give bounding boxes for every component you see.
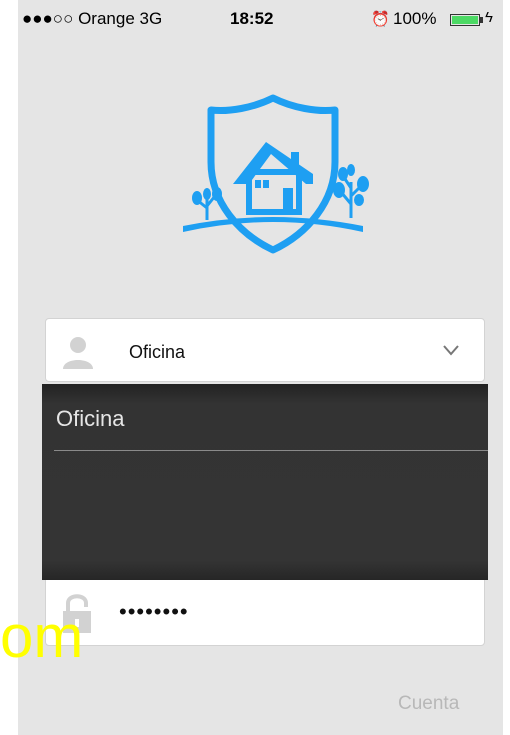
battery-icon xyxy=(450,14,480,26)
charging-icon: ϟ xyxy=(485,9,493,26)
network-type: 3G xyxy=(139,9,163,28)
picker-divider xyxy=(54,450,488,451)
status-time: 18:52 xyxy=(230,9,274,28)
status-bar: ●●●○○ Orange 3G 18:52 ⏰ 100% ϟ xyxy=(18,0,503,40)
carrier-name: Orange xyxy=(78,9,135,28)
alarm-icon: ⏰ xyxy=(371,11,390,28)
battery-tip xyxy=(480,17,483,23)
login-screen: ●●●○○ Orange 3G 18:52 ⏰ 100% ϟ Oficina •… xyxy=(18,0,503,735)
user-icon xyxy=(63,337,93,369)
signal-dots: ●●●○○ xyxy=(22,9,74,28)
battery-percent: 100% xyxy=(393,9,437,28)
account-link[interactable]: Cuenta xyxy=(398,693,459,715)
picker-option[interactable]: Oficina xyxy=(56,406,124,432)
password-field[interactable]: •••••••• xyxy=(45,578,485,646)
user-select[interactable]: Oficina xyxy=(45,318,485,382)
watermark-text: om xyxy=(0,603,84,670)
password-value: •••••••• xyxy=(119,599,189,624)
account-picker[interactable]: Oficina xyxy=(42,384,488,580)
home-shield-logo xyxy=(183,94,369,254)
user-select-value: Oficina xyxy=(129,342,186,362)
chevron-down-icon[interactable] xyxy=(442,343,460,357)
carrier-text: ●●●○○ Orange 3G xyxy=(22,9,162,29)
